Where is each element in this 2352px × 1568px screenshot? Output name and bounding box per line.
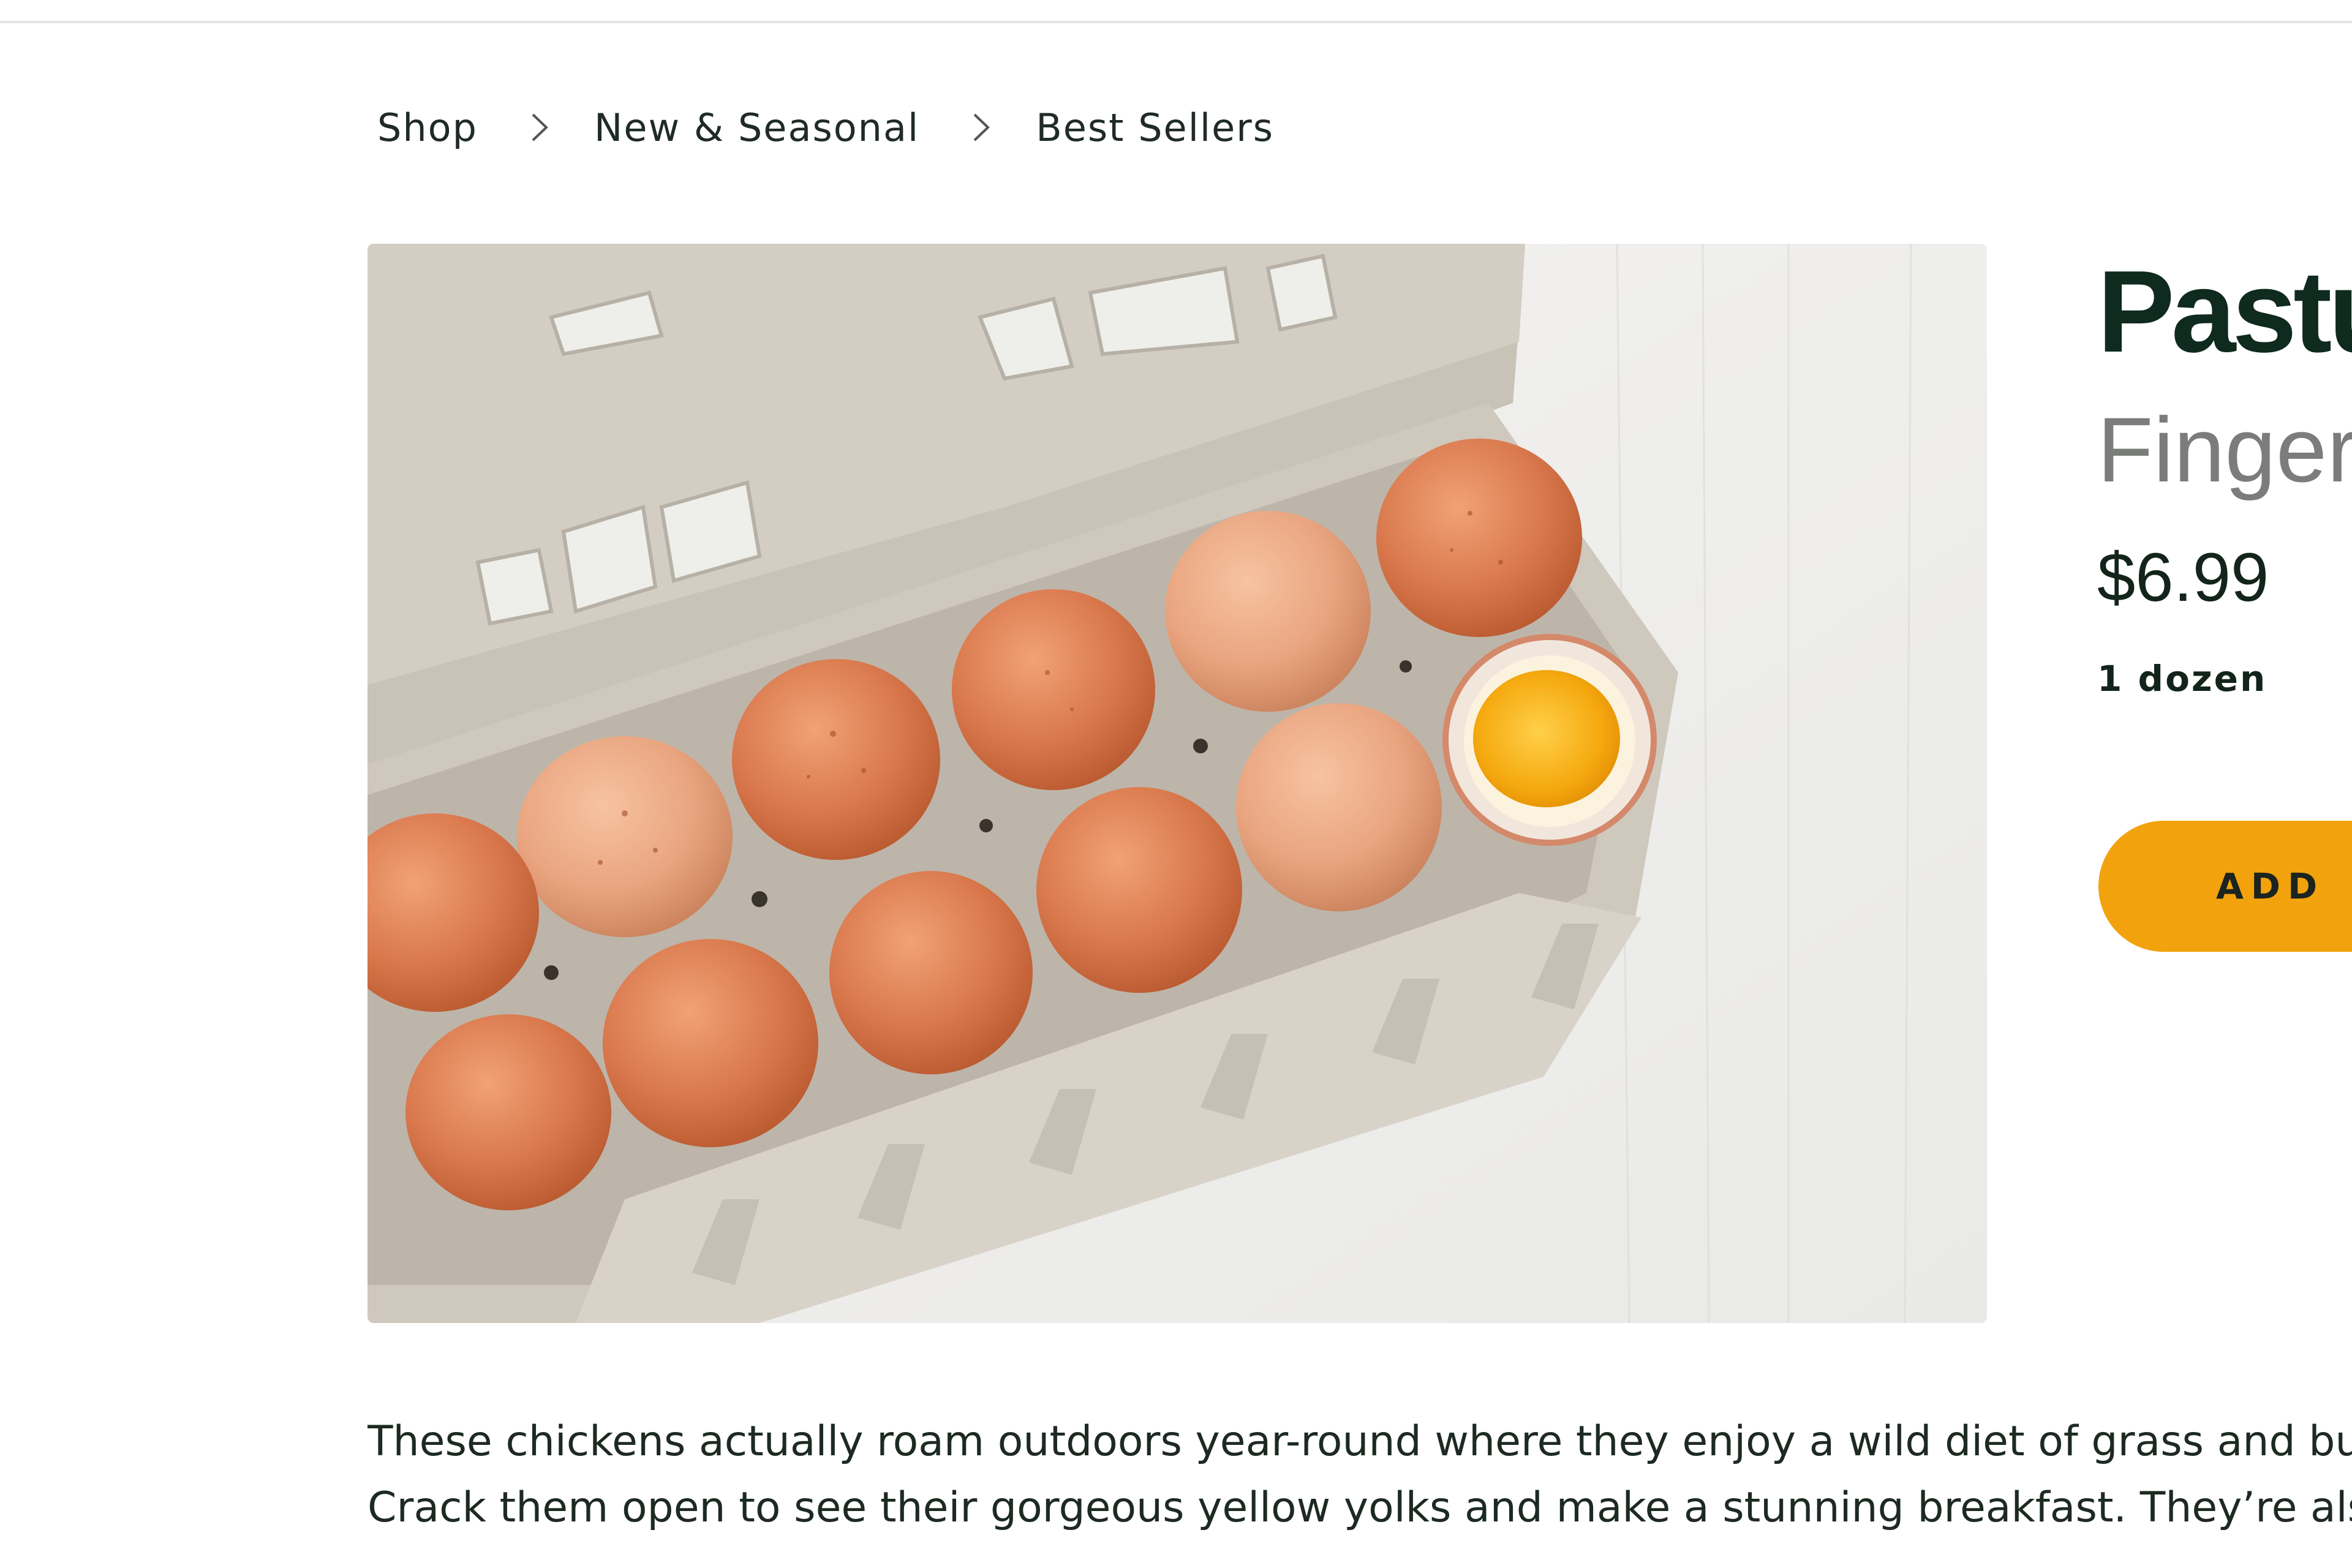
chevron-right-icon bbox=[971, 112, 992, 143]
breadcrumb: Shop New & Seasonal Best Sellers bbox=[377, 103, 1274, 152]
product-price: $6.99 bbox=[2097, 539, 2269, 616]
product-title: Pastu bbox=[2097, 247, 2352, 377]
nav-fragment: ˘ bbox=[282, 0, 294, 16]
product-unit: 1 dozen bbox=[2097, 658, 2267, 699]
breadcrumb-best-sellers[interactable]: Best Sellers bbox=[1036, 105, 1274, 150]
add-to-cart-button[interactable]: ADD bbox=[2098, 821, 2352, 952]
product-description: These chickens actually roam outdoors ye… bbox=[368, 1409, 2352, 1541]
breadcrumb-shop[interactable]: Shop bbox=[377, 105, 478, 150]
description-line: Crack them open to see their gorgeous ye… bbox=[368, 1483, 2352, 1532]
product-image[interactable] bbox=[368, 244, 1987, 1323]
product-subtitle: Finger bbox=[2097, 398, 2352, 501]
breadcrumb-new-seasonal[interactable]: New & Seasonal bbox=[594, 105, 919, 150]
description-line: These chickens actually roam outdoors ye… bbox=[368, 1417, 2352, 1466]
top-nav-bar: ˘ bbox=[0, 0, 2352, 23]
chevron-right-icon bbox=[529, 112, 550, 143]
